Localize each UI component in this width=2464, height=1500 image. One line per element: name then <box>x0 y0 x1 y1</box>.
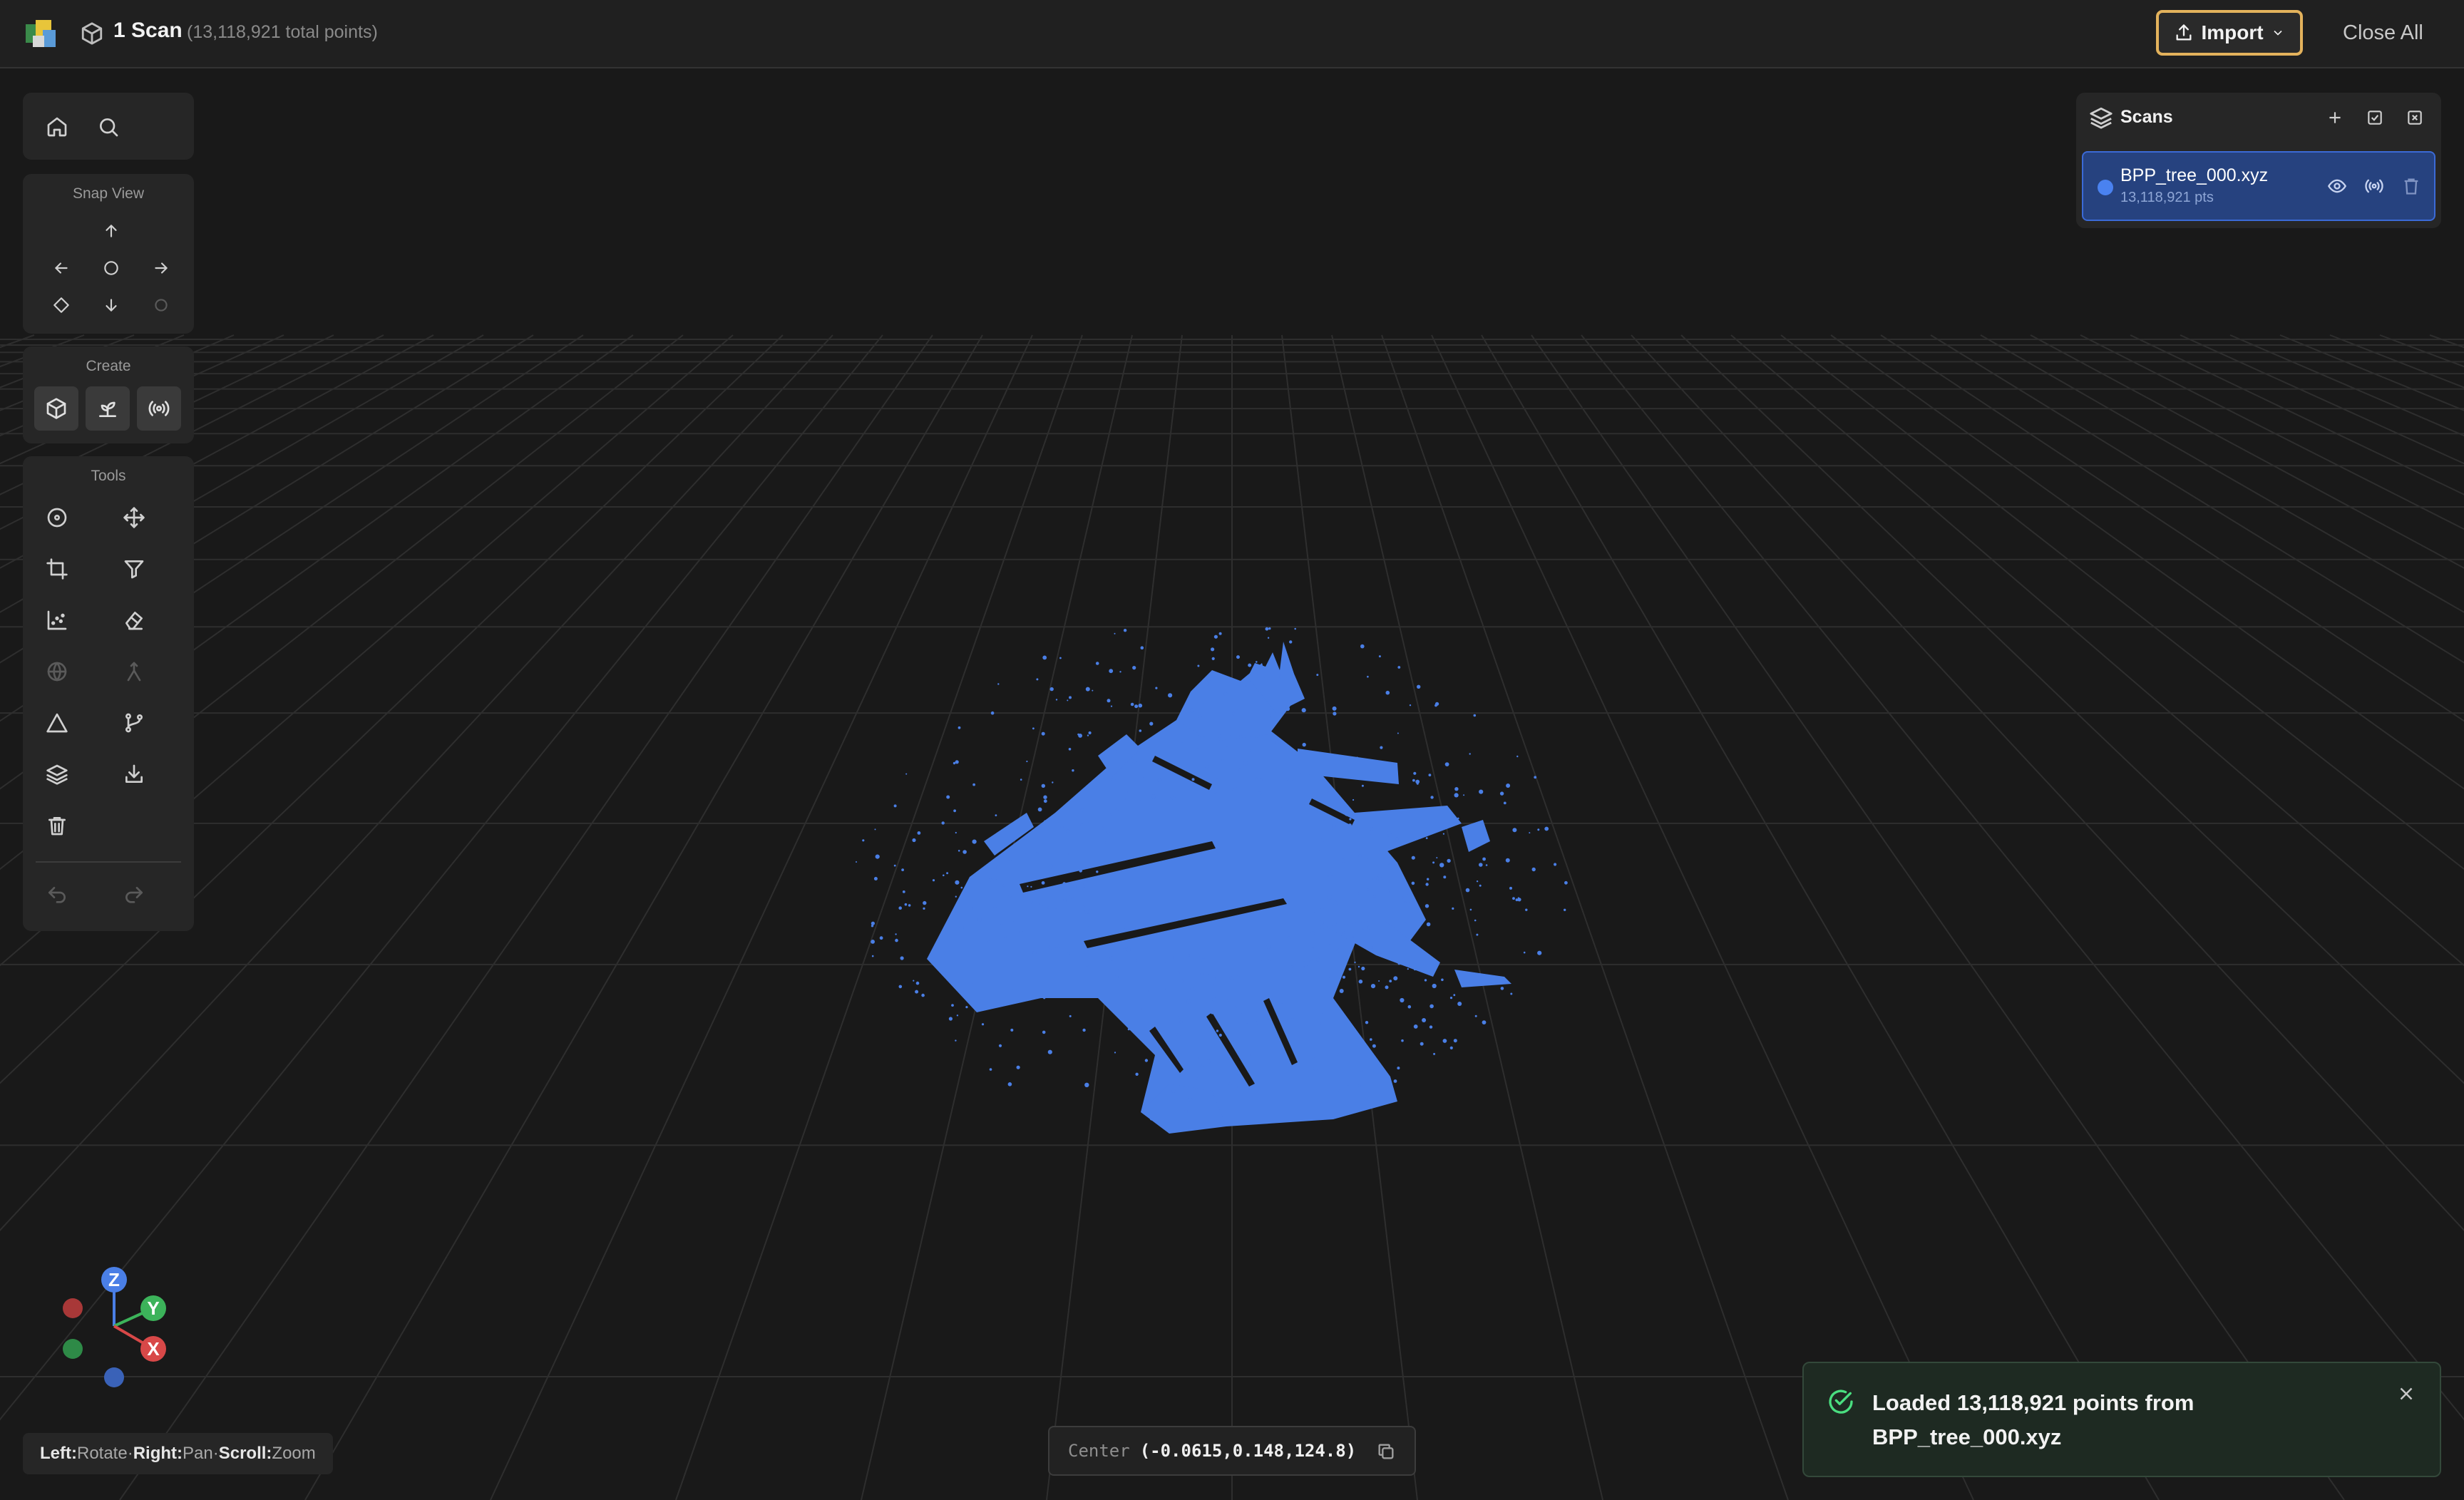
create-scanner-button[interactable] <box>137 386 181 431</box>
hint-separator: · <box>212 1444 219 1463</box>
add-icon[interactable] <box>2326 108 2344 127</box>
circle-icon[interactable] <box>98 255 124 281</box>
broadcast-icon[interactable] <box>2364 176 2384 196</box>
redo-icon[interactable] <box>117 878 151 913</box>
controls-hint: Left: Rotate · Right: Pan · Scroll: Zoom <box>23 1433 333 1474</box>
arrow-left-icon[interactable] <box>48 255 74 281</box>
hint-left-action: Rotate <box>76 1444 128 1463</box>
git-branch-icon[interactable] <box>117 706 151 740</box>
tools-divider <box>36 861 181 863</box>
copy-icon[interactable] <box>1376 1442 1396 1462</box>
cube-icon <box>81 22 103 45</box>
trash-icon[interactable] <box>40 808 74 843</box>
import-label: Import <box>2201 21 2264 43</box>
circle-small-icon[interactable] <box>148 292 174 318</box>
close-all-button[interactable]: Close All <box>2343 21 2423 45</box>
eraser-icon[interactable] <box>117 603 151 637</box>
sprout-icon <box>99 401 116 417</box>
scan-point-count: 13,118,921 pts <box>2120 190 2214 205</box>
scan-name: BPP_tree_000.xyz <box>2120 165 2269 185</box>
center-value: (-0.0615,0.148,124.8) <box>1139 1441 1357 1461</box>
arrow-up-icon[interactable] <box>98 218 124 244</box>
total-points-label: (13,118,921 total points) <box>187 22 378 42</box>
z-axis-label: Z <box>108 1269 120 1290</box>
hint-left-key: Left: <box>40 1444 77 1463</box>
hint-separator: · <box>127 1444 133 1463</box>
neg-x-dot[interactable] <box>63 1298 83 1318</box>
filter-icon[interactable] <box>117 552 151 586</box>
y-axis-label: Y <box>147 1298 159 1319</box>
center-label: Center <box>1068 1441 1130 1461</box>
broadcast-icon <box>148 401 170 416</box>
chevron-down-icon <box>2273 30 2282 36</box>
tools-panel: Tools <box>23 456 194 931</box>
globe-icon[interactable] <box>40 654 74 689</box>
snap-view-label: Snap View <box>72 185 145 202</box>
scatter-chart-icon[interactable] <box>40 603 74 637</box>
page-title: 1 Scan <box>113 19 183 42</box>
snap-view-panel: Snap View <box>23 174 194 334</box>
trash-icon[interactable] <box>2401 176 2421 196</box>
create-cube-button[interactable] <box>34 386 78 431</box>
scan-color-dot <box>2098 180 2113 195</box>
crop-icon[interactable] <box>40 552 74 586</box>
triangle-icon[interactable] <box>40 706 74 740</box>
download-icon[interactable] <box>117 757 151 791</box>
create-panel: Create <box>23 346 194 443</box>
tools-label: Tools <box>91 468 126 484</box>
hint-right-key: Right: <box>133 1444 183 1463</box>
select-all-icon[interactable] <box>2366 108 2384 127</box>
app-logo <box>26 20 56 47</box>
cube-icon <box>46 398 66 419</box>
nav-panel <box>23 93 194 160</box>
x-axis-label: X <box>147 1338 160 1360</box>
top-bar: 1 Scan (13,118,921 total points) Import … <box>0 0 2464 68</box>
center-readout: Center (-0.0615,0.148,124.8) <box>1048 1426 1416 1476</box>
point-cloud <box>927 642 1511 1134</box>
target-icon[interactable] <box>40 500 74 535</box>
split-icon[interactable] <box>117 654 151 689</box>
undo-icon[interactable] <box>40 878 74 913</box>
check-circle-icon <box>1829 1389 1853 1414</box>
neg-y-dot[interactable] <box>63 1339 83 1359</box>
home-icon[interactable] <box>40 110 74 144</box>
diamond-icon[interactable] <box>48 292 74 318</box>
close-box-icon[interactable] <box>2406 108 2424 127</box>
success-toast: Loaded 13,118,921 points from BPP_tree_0… <box>1802 1362 2441 1477</box>
axis-gizmo[interactable]: Z Y X <box>43 1255 185 1397</box>
scans-panel: Scans BPP_tree_000.xyz 13,118,921 pts <box>2076 93 2441 228</box>
arrow-right-icon[interactable] <box>148 255 174 281</box>
move-icon[interactable] <box>117 500 151 535</box>
eye-icon[interactable] <box>2327 176 2347 196</box>
layers-icon <box>2090 107 2113 129</box>
scans-panel-title: Scans <box>2120 107 2173 127</box>
hint-scroll-key: Scroll: <box>218 1444 272 1463</box>
arrow-down-icon[interactable] <box>98 292 124 318</box>
hint-scroll-action: Zoom <box>272 1444 316 1463</box>
search-icon[interactable] <box>91 110 125 144</box>
hint-right-action: Pan <box>183 1444 213 1463</box>
create-tree-button[interactable] <box>86 386 130 431</box>
import-button[interactable]: Import <box>2156 10 2303 56</box>
create-label: Create <box>86 358 131 374</box>
layers-icon[interactable] <box>40 757 74 791</box>
toast-message: Loaded 13,118,921 points from BPP_tree_0… <box>1872 1390 2194 1449</box>
close-icon[interactable] <box>2396 1383 2417 1404</box>
upload-icon <box>2176 24 2192 41</box>
scan-list-item[interactable]: BPP_tree_000.xyz 13,118,921 pts <box>2082 151 2435 221</box>
neg-z-dot[interactable] <box>104 1367 124 1387</box>
